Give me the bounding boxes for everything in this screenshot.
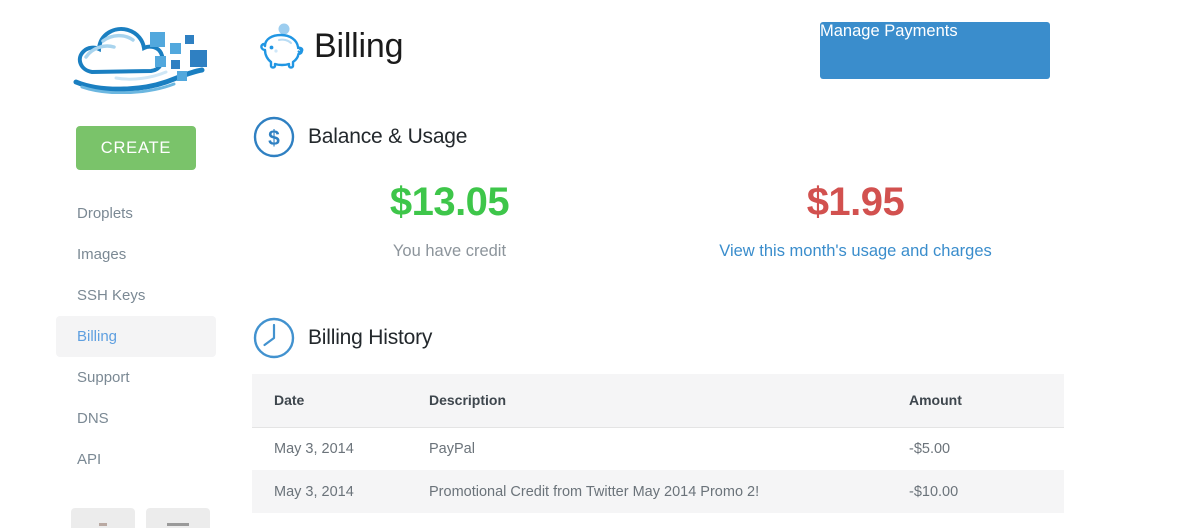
table-row[interactable]: May 3, 2014 Promotional Credit from Twit… [252, 470, 1064, 513]
column-header-date[interactable]: Date [252, 374, 416, 428]
piggy-bank-icon [252, 18, 308, 74]
page-title: Billing [314, 26, 404, 65]
balance-section-header: $ Balance & Usage [252, 115, 467, 159]
billing-page: CREATE Droplets Images SSH Keys Billing … [0, 0, 1185, 528]
dollar-circle-icon: $ [252, 115, 296, 159]
sidebar-item-droplets[interactable]: Droplets [56, 193, 216, 234]
credit-amount: $13.05 [389, 180, 510, 224]
column-header-description[interactable]: Description [416, 374, 905, 428]
sidebar-item-api[interactable]: API [56, 439, 216, 480]
cell-date: May 3, 2014 [252, 427, 416, 470]
footer-widget-2[interactable] [146, 508, 210, 528]
create-button[interactable]: CREATE [76, 126, 196, 170]
cloud-pixel-logo[interactable] [70, 14, 215, 95]
history-section-header: Billing History [252, 316, 432, 360]
footer-widget-1[interactable] [71, 508, 135, 528]
page-header: Billing [252, 18, 404, 74]
manage-payments-button[interactable]: Manage Payments [820, 22, 1050, 79]
svg-text:$: $ [268, 127, 280, 150]
billing-history-table: Date Description Amount May 3, 2014 PayP… [252, 374, 1064, 513]
table-row[interactable]: May 3, 2014 PayPal -$5.00 [252, 427, 1064, 470]
balance-figures: $13.05 You have credit $1.95 View this m… [252, 178, 1064, 283]
sidebar: CREATE Droplets Images SSH Keys Billing … [0, 0, 236, 528]
history-section-title: Billing History [308, 326, 433, 349]
sidebar-item-dns[interactable]: DNS [56, 398, 216, 439]
cell-date: May 3, 2014 [252, 470, 416, 513]
charge-column: $1.95 View this month's usage and charge… [647, 178, 1064, 261]
clock-icon [252, 316, 296, 360]
usage-charges-link[interactable]: View this month's usage and charges [719, 242, 992, 261]
balance-section-title: Balance & Usage [308, 125, 468, 148]
cell-description: Promotional Credit from Twitter May 2014… [416, 470, 905, 513]
sidebar-item-billing[interactable]: Billing [56, 316, 216, 357]
cell-amount: -$10.00 [905, 470, 1064, 513]
sidebar-nav: Droplets Images SSH Keys Billing Support… [56, 193, 216, 480]
cell-amount: -$5.00 [905, 427, 1064, 470]
cell-description: PayPal [416, 427, 905, 470]
sidebar-item-support[interactable]: Support [56, 357, 216, 398]
credit-label: You have credit [392, 242, 507, 260]
main-content: Billing Manage Payments $ Balance & Usag… [236, 0, 1185, 528]
charge-amount: $1.95 [806, 180, 905, 224]
sidebar-footer-widgets [71, 508, 210, 528]
sidebar-item-images[interactable]: Images [56, 234, 216, 275]
table-header-row: Date Description Amount [252, 374, 1064, 428]
credit-column: $13.05 You have credit [252, 178, 647, 261]
sidebar-item-ssh-keys[interactable]: SSH Keys [56, 275, 216, 316]
column-header-amount[interactable]: Amount [905, 374, 1064, 428]
